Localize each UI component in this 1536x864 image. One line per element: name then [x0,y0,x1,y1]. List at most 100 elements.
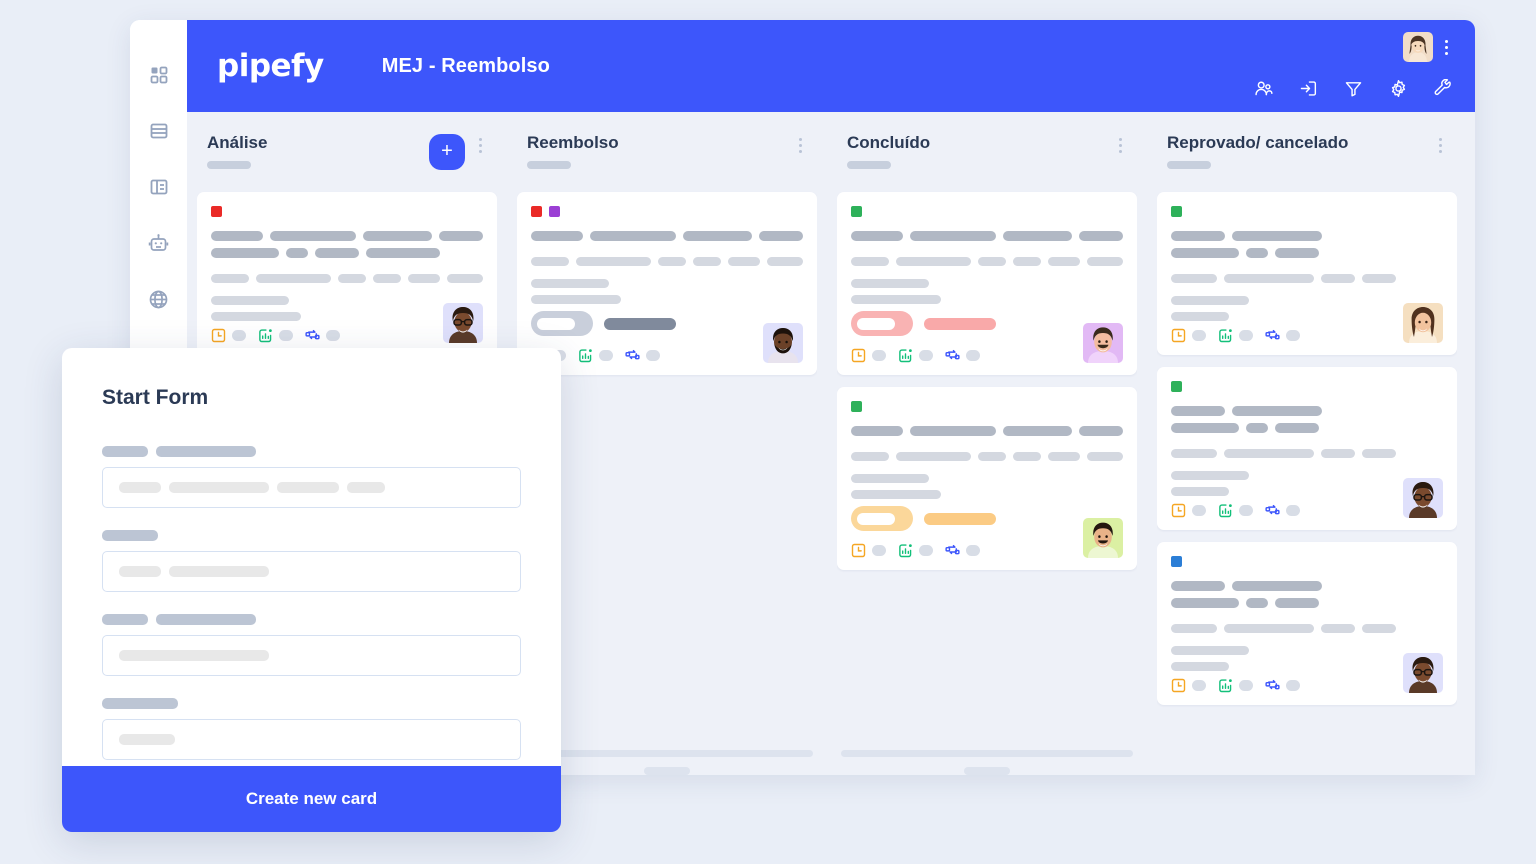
filter-icon[interactable] [1344,79,1363,98]
column-footer-pill[interactable] [644,767,690,775]
connected-cards-icon[interactable] [1265,328,1280,343]
kanban-card[interactable] [1157,542,1457,705]
settings-gear-icon[interactable] [1389,79,1408,98]
card-label-chip [211,206,222,217]
kanban-card[interactable] [837,387,1137,570]
skeleton-bar [851,452,890,461]
skeleton-bar [102,698,178,709]
connected-cards-icon[interactable] [945,543,960,558]
sidebar-item-apps-grid[interactable] [144,60,174,90]
form-field [102,530,521,592]
checklist-progress-icon[interactable] [898,543,913,558]
card-label-chip [1171,556,1182,567]
kebab-dot [798,149,802,153]
skeleton-bar [1171,449,1217,458]
column-footer-pill[interactable] [964,767,1010,775]
due-date-icon[interactable] [851,543,866,558]
column-header: Reprovado/ cancelado [1157,128,1457,188]
card-meta-skeleton-row [531,257,803,266]
kanban-card[interactable] [517,192,817,375]
skeleton-bar [896,452,971,461]
column-menu-button[interactable] [1113,134,1127,156]
checklist-progress-icon[interactable] [1218,678,1233,693]
due-date-icon[interactable] [851,348,866,363]
skeleton-bar [119,566,161,577]
skeleton-bar [1246,598,1268,608]
card-footer-value-skeleton [1286,330,1300,341]
skeleton-bar [1171,312,1229,321]
connected-cards-icon[interactable] [1265,503,1280,518]
skeleton-bar [589,231,676,241]
card-assignee-avatar[interactable] [763,323,803,363]
form-field-input[interactable] [102,467,521,508]
kebab-dot [1438,143,1442,147]
start-form-title: Start Form [102,386,209,409]
card-label-chip [1171,381,1182,392]
card-footer-value-skeleton [646,350,660,361]
form-field-input[interactable] [102,635,521,676]
skeleton-bar [1171,248,1239,258]
add-card-button[interactable]: + [429,134,465,170]
checklist-progress-icon[interactable] [578,348,593,363]
card-footer-value-skeleton [919,545,933,556]
kanban-card[interactable] [1157,367,1457,530]
card-title-skeleton-row [1171,231,1443,241]
kebab-dot [798,143,802,147]
connected-cards-icon[interactable] [625,348,640,363]
toggle-track [851,311,913,336]
card-assignee-avatar[interactable] [1403,478,1443,518]
due-date-icon[interactable] [1171,328,1186,343]
skeleton-bar [1362,449,1396,458]
skeleton-bar [1086,257,1123,266]
pipefy-logo[interactable]: pipefy [217,50,324,82]
sidebar-item-layout-panel[interactable] [144,172,174,202]
inbox-archive-icon[interactable] [1299,79,1318,98]
column-menu-button[interactable] [793,134,807,156]
card-footer-value-skeleton [1192,330,1206,341]
connected-cards-icon[interactable] [1265,678,1280,693]
due-date-icon[interactable] [1171,503,1186,518]
column-title: Análise [207,133,268,152]
card-assignee-avatar[interactable] [1403,303,1443,343]
kebab-dot [1118,137,1122,141]
card-assignee-avatar[interactable] [1083,518,1123,558]
skeleton-bar [1078,231,1123,241]
create-new-card-button[interactable]: Create new card [62,766,561,832]
card-meta-skeleton-row [211,296,483,305]
card-footer-value-skeleton [1239,680,1253,691]
skeleton-bar [1012,257,1042,266]
kanban-card[interactable] [1157,192,1457,355]
form-field-input[interactable] [102,551,521,592]
checklist-progress-icon[interactable] [258,328,273,343]
header-user-cluster [1403,32,1453,62]
skeleton-bar [1048,257,1080,266]
skeleton-bar [851,279,929,288]
members-icon[interactable] [1254,79,1273,98]
column-title-block: Concluído [847,133,1113,169]
checklist-progress-icon[interactable] [1218,328,1233,343]
due-date-icon[interactable] [1171,678,1186,693]
kanban-card[interactable] [197,192,497,355]
card-assignee-avatar[interactable] [1403,653,1443,693]
skeleton-bar [286,248,308,258]
card-assignee-avatar[interactable] [1083,323,1123,363]
start-form-modal: Start Form Create new card [62,348,561,832]
checklist-progress-icon[interactable] [898,348,913,363]
card-assignee-avatar[interactable] [443,303,483,343]
kanban-card[interactable] [837,192,1137,375]
sidebar-item-database[interactable] [144,116,174,146]
skeleton-bar [1171,406,1225,416]
column-menu-button[interactable] [473,134,487,156]
sidebar-item-robot[interactable] [144,228,174,258]
skeleton-bar [169,566,269,577]
connected-cards-icon[interactable] [945,348,960,363]
checklist-progress-icon[interactable] [1218,503,1233,518]
form-field-input[interactable] [102,719,521,760]
sidebar-item-globe[interactable] [144,284,174,314]
wrench-tools-icon[interactable] [1434,79,1453,98]
due-date-icon[interactable] [211,328,226,343]
header-more-menu[interactable] [1439,36,1453,58]
connected-cards-icon[interactable] [305,328,320,343]
avatar[interactable] [1403,32,1433,62]
column-menu-button[interactable] [1433,134,1447,156]
